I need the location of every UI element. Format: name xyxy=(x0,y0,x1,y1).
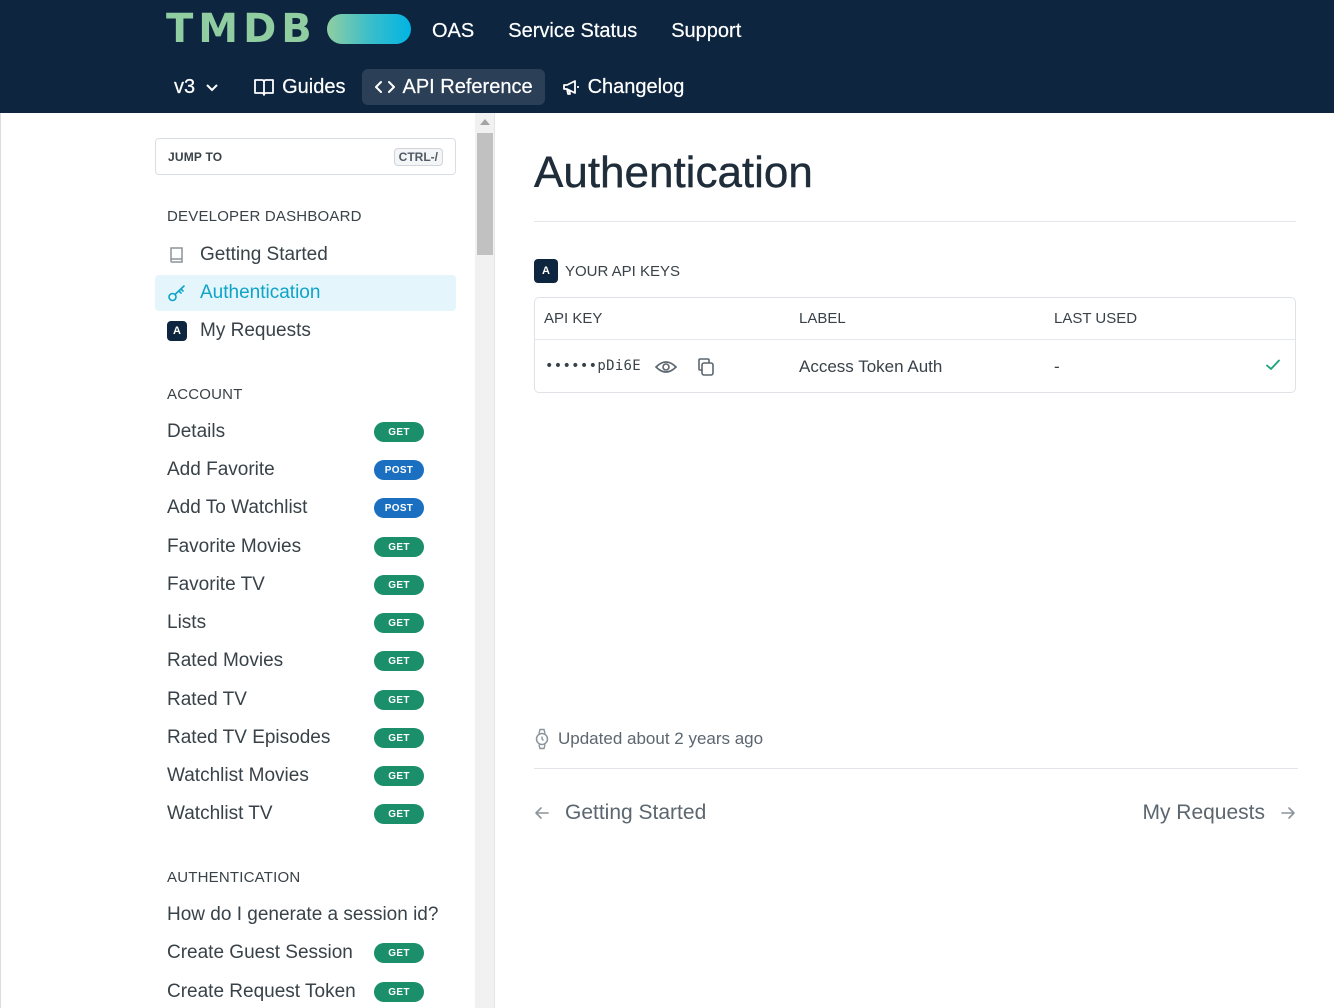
sidebar-item-add-favorite[interactable]: Add Favorite POST xyxy=(155,452,456,488)
column-header-api-key: API KEY xyxy=(544,310,603,327)
sub-nav: v3 Guides API Reference Changelog xyxy=(162,69,700,105)
top-nav: OAS Service Status Support xyxy=(432,16,741,46)
method-badge: GET xyxy=(374,613,424,633)
key-icon xyxy=(167,283,187,303)
version-selector[interactable]: v3 xyxy=(162,69,237,105)
method-badge: GET xyxy=(374,422,424,442)
sidebar: JUMP TO CTRL-/ DEVELOPER DASHBOARD Getti… xyxy=(0,113,475,1008)
section-title-developer-dashboard: DEVELOPER DASHBOARD xyxy=(167,208,362,225)
sidebar-item-getting-started[interactable]: Getting Started xyxy=(155,237,456,273)
api-key-label: Access Token Auth xyxy=(799,357,943,376)
tmdb-logo[interactable]: TMDB xyxy=(166,8,411,50)
prev-page-link[interactable]: Getting Started xyxy=(534,801,706,825)
version-label: v3 xyxy=(174,75,196,98)
sidebar-item-generate-session-id[interactable]: How do I generate a session id? xyxy=(155,897,456,933)
sidebar-item-create-guest-session[interactable]: Create Guest Session GET xyxy=(155,935,456,971)
jump-shortcut: CTRL-/ xyxy=(393,147,443,166)
tab-api-reference[interactable]: API Reference xyxy=(361,69,545,105)
megaphone-icon xyxy=(562,80,579,95)
next-page-link[interactable]: My Requests xyxy=(1142,801,1296,825)
method-badge: GET xyxy=(374,690,424,710)
scroll-up-arrow-icon[interactable] xyxy=(480,119,490,125)
title-divider xyxy=(534,221,1296,222)
jump-to-label: JUMP TO xyxy=(168,149,223,164)
main-content: Authentication A YOUR API KEYS API KEY L… xyxy=(496,113,1334,1008)
api-key-last-used: - xyxy=(1054,357,1060,376)
table-header: API KEY LABEL LAST USED xyxy=(535,298,1295,340)
arrow-right-icon xyxy=(1281,807,1295,819)
tab-changelog-label: Changelog xyxy=(587,75,685,98)
method-badge: GET xyxy=(374,537,424,557)
sidebar-item-label: Getting Started xyxy=(200,244,328,265)
logo-pill xyxy=(326,14,411,44)
nav-service-status[interactable]: Service Status xyxy=(508,16,637,46)
sidebar-item-label: My Requests xyxy=(200,320,311,341)
page-title: Authentication xyxy=(534,148,813,197)
method-badge: GET xyxy=(374,766,424,786)
method-badge: GET xyxy=(374,943,424,963)
sidebar-item-details[interactable]: Details GET xyxy=(155,414,456,450)
chevron-down-icon xyxy=(206,84,218,92)
nav-support[interactable]: Support xyxy=(671,16,741,46)
jump-to-search[interactable]: JUMP TO CTRL-/ xyxy=(155,138,456,175)
arrow-left-icon xyxy=(535,807,549,819)
logo-text: TMDB xyxy=(166,6,317,52)
sidebar-item-label: Authentication xyxy=(200,282,321,303)
column-header-last-used: LAST USED xyxy=(1054,310,1138,327)
column-header-label: LABEL xyxy=(799,310,846,327)
method-badge: GET xyxy=(374,982,424,1002)
eye-icon[interactable] xyxy=(654,356,678,383)
sidebar-item-create-request-token[interactable]: Create Request Token GET xyxy=(155,974,456,1008)
sidebar-item-label: How do I generate a session id? xyxy=(167,904,439,925)
sidebar-item-watchlist-movies[interactable]: Watchlist Movies GET xyxy=(155,758,456,794)
copy-icon[interactable] xyxy=(695,356,717,383)
api-keys-table: API KEY LABEL LAST USED ••••••pDi6E Acce… xyxy=(534,297,1296,393)
method-badge: POST xyxy=(374,498,424,518)
book-open-icon xyxy=(254,79,275,96)
code-icon xyxy=(374,81,395,93)
sidebar-scroll-thumb[interactable] xyxy=(477,133,493,255)
tab-guides[interactable]: Guides xyxy=(241,69,357,105)
method-badge: GET xyxy=(374,575,424,595)
method-badge: GET xyxy=(374,804,424,824)
pager: Getting Started My Requests xyxy=(534,801,1296,831)
check-icon xyxy=(1265,357,1281,378)
tab-guides-label: Guides xyxy=(282,75,346,98)
sidebar-item-my-requests[interactable]: A My Requests xyxy=(155,313,456,349)
sidebar-item-favorite-tv[interactable]: Favorite TV GET xyxy=(155,567,456,603)
sidebar-item-watchlist-tv[interactable]: Watchlist TV GET xyxy=(155,796,456,832)
a-badge-icon: A xyxy=(167,321,187,341)
sidebar-item-authentication[interactable]: Authentication xyxy=(155,275,456,311)
updated-text: Updated about 2 years ago xyxy=(558,729,764,748)
a-badge-icon: A xyxy=(534,259,558,283)
top-header: TMDB OAS Service Status Support v3 Guide… xyxy=(0,0,1334,113)
method-badge: GET xyxy=(374,728,424,748)
api-keys-title: YOUR API KEYS xyxy=(565,262,681,280)
nav-oas[interactable]: OAS xyxy=(432,16,474,46)
watch-icon xyxy=(535,728,549,750)
tab-api-reference-label: API Reference xyxy=(402,75,533,98)
sidebar-item-rated-tv-episodes[interactable]: Rated TV Episodes GET xyxy=(155,720,456,756)
sidebar-item-lists[interactable]: Lists GET xyxy=(155,605,456,641)
method-badge: POST xyxy=(374,460,424,480)
section-title-authentication: AUTHENTICATION xyxy=(167,869,301,886)
sidebar-item-add-to-watchlist[interactable]: Add To Watchlist POST xyxy=(155,490,456,526)
section-title-account: ACCOUNT xyxy=(167,386,243,403)
api-keys-heading: A YOUR API KEYS xyxy=(534,259,680,283)
sidebar-item-favorite-movies[interactable]: Favorite Movies GET xyxy=(155,529,456,565)
masked-api-key: ••••••pDi6E xyxy=(545,358,642,374)
footer-divider xyxy=(534,768,1298,769)
sidebar-item-rated-tv[interactable]: Rated TV GET xyxy=(155,682,456,718)
updated-info: Updated about 2 years ago xyxy=(534,728,763,750)
prev-page-label: Getting Started xyxy=(565,801,707,824)
next-page-label: My Requests xyxy=(1142,801,1265,824)
tab-changelog[interactable]: Changelog xyxy=(549,69,697,105)
sidebar-item-rated-movies[interactable]: Rated Movies GET xyxy=(155,643,456,679)
method-badge: GET xyxy=(374,651,424,671)
book-icon xyxy=(167,245,187,265)
